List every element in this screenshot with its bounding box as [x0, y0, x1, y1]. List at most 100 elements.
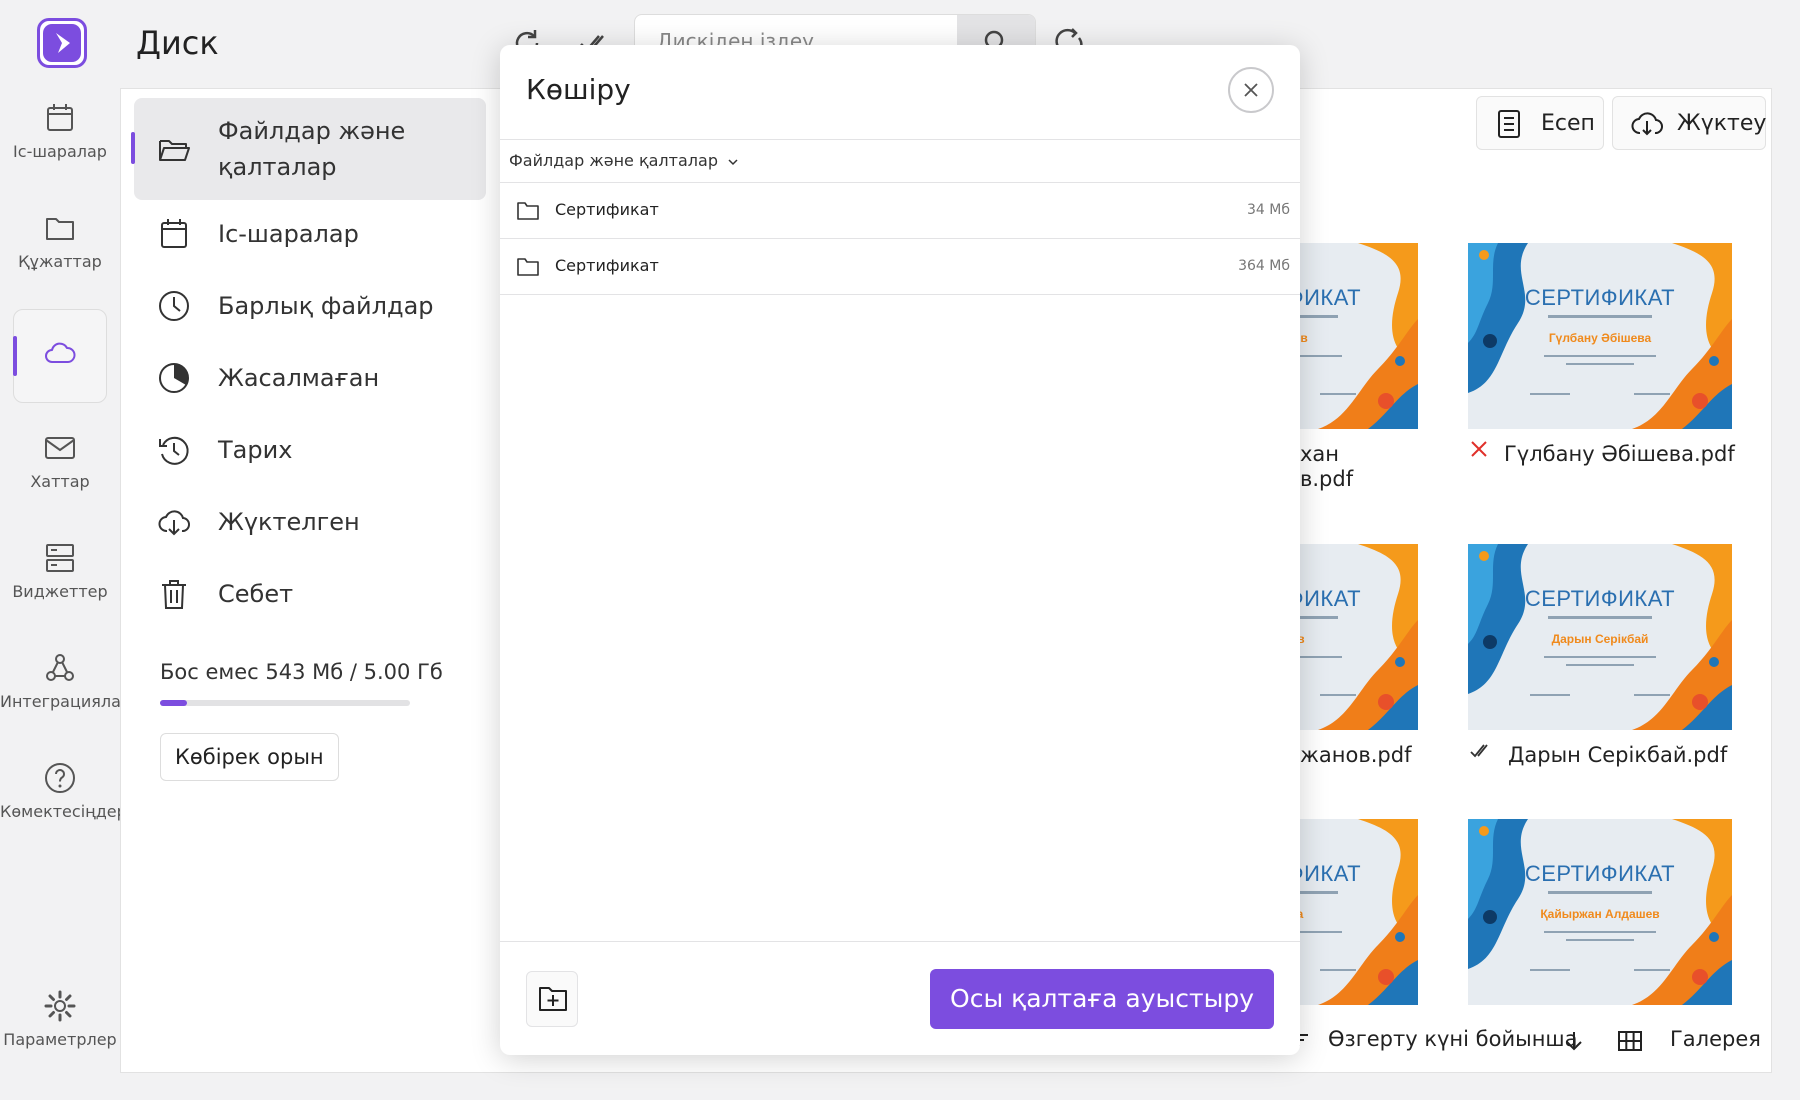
certificate-text-line	[1548, 891, 1652, 894]
rail-item-mail[interactable]: Хаттар	[0, 430, 120, 491]
certificate-preview: СЕРТИФИКАТ Қайыржан Алдашев	[1468, 819, 1732, 1005]
upload-label: Жүктеу	[1677, 111, 1767, 136]
certificate-heading: СЕРТИФИКАТ	[1524, 285, 1676, 310]
chevron-down-icon	[728, 158, 738, 165]
gallery-thumbnail[interactable]: СЕРТИФИКАТ Қайыржан Алдашев	[1468, 819, 1732, 1005]
certificate-text-line	[1566, 363, 1634, 365]
report-label: Есеп	[1541, 111, 1595, 136]
sidebar-item-all-files[interactable]: Барлық файлдар	[134, 271, 486, 341]
close-icon	[1244, 83, 1258, 97]
move-here-button[interactable]: Осы қалтаға ауыстыру	[930, 969, 1274, 1029]
certificate-text-line	[1548, 616, 1652, 619]
gallery-view-button[interactable]: Галерея	[1670, 1027, 1761, 1051]
certificate-text-line	[1566, 939, 1634, 941]
rail-item-label: Іс-шаралар	[13, 142, 107, 161]
storage-progress-fill	[160, 700, 187, 706]
sidebar-item-files-and-folders[interactable]: Файлдар және қалталар	[131, 98, 486, 200]
sidebar-item-history[interactable]: Тарих	[134, 415, 486, 485]
cloud-icon	[45, 342, 76, 363]
gear-icon	[44, 990, 76, 1022]
rail-item-disk[interactable]	[13, 309, 107, 403]
certificate-signature-line	[1634, 393, 1670, 395]
file-name[interactable]: Дарын Серікбай.pdf	[1508, 743, 1727, 767]
sidebar-item-events[interactable]: Іс-шаралар	[134, 199, 486, 269]
certificate-recipient: Дарын Серікбай	[1551, 632, 1649, 646]
sidebar-item-trash[interactable]: Себет	[134, 559, 486, 629]
certificate-signature-line	[1530, 969, 1570, 971]
more-space-button[interactable]: Көбірек орын	[160, 733, 339, 781]
certificate-text-line	[1544, 355, 1656, 357]
history-icon	[159, 436, 189, 465]
rail-item-integrations[interactable]: Интеграциялар	[0, 650, 132, 711]
page-title: Диск	[136, 24, 219, 62]
sort-by-date-button[interactable]: Өзгерту күні бойынша	[1328, 1027, 1578, 1051]
folder-name: Сертификат	[555, 256, 659, 275]
certificate-text-line	[1544, 656, 1656, 658]
certificate-signature-line	[1634, 969, 1670, 971]
file-name[interactable]: жанов.pdf	[1300, 743, 1411, 767]
folder-row[interactable]: Сертификат 364 Мб	[500, 239, 1300, 295]
certificate-signature-line	[1320, 393, 1356, 395]
certificate-text-line	[1544, 931, 1656, 933]
certificate-signature-line	[1320, 969, 1356, 971]
gallery-thumbnail[interactable]: СЕРТИФИКАТ Гүлбану Әбішева	[1468, 243, 1732, 429]
sidebar-item-not-created[interactable]: Жасалмаған	[134, 343, 486, 413]
sidebar-item-label: Себет	[218, 580, 294, 608]
file-name[interactable]: в.pdf	[1300, 467, 1353, 491]
app-logo[interactable]	[37, 18, 87, 68]
upload-button[interactable]: Жүктеу	[1612, 96, 1766, 150]
certificate-heading: СЕРТИФИКАТ	[1524, 586, 1676, 611]
report-button[interactable]: Есеп	[1476, 96, 1604, 150]
grid-icon	[1618, 1031, 1642, 1051]
file-name[interactable]: Гүлбану Әбішева.pdf	[1504, 442, 1735, 466]
new-folder-button[interactable]	[526, 971, 578, 1027]
breadcrumb-item: Файлдар және қалталар	[509, 151, 718, 170]
clock-icon	[159, 291, 189, 321]
help-icon	[45, 763, 75, 793]
file-name[interactable]: хан	[1300, 442, 1339, 466]
cloud-download-icon	[158, 510, 190, 536]
rail-item-documents[interactable]: Құжаттар	[0, 210, 120, 271]
folder-icon	[517, 258, 539, 276]
error-icon	[1471, 441, 1487, 457]
sidebar-item-label: Іс-шаралар	[218, 220, 359, 248]
divider	[500, 941, 1300, 942]
certificate-heading: СЕРТИФИКАТ	[1524, 861, 1676, 886]
rail-item-settings[interactable]: Параметрлер	[0, 988, 120, 1049]
folder-plus-icon	[539, 987, 567, 1011]
folder-icon	[46, 218, 74, 240]
rail-item-help[interactable]: Көмектесіңдер	[0, 760, 127, 821]
certificate-recipient: Қайыржан Алдашев	[1540, 907, 1660, 921]
certificate-signature-line	[1530, 694, 1570, 696]
sidebar-item-label: Жүктелген	[218, 508, 360, 536]
calendar-icon	[47, 104, 73, 131]
pie-icon	[159, 363, 189, 393]
certificate-preview: СЕРТИФИКАТ Гүлбану Әбішева	[1468, 243, 1732, 429]
rail-item-widgets[interactable]: Виджеттер	[0, 540, 120, 601]
sidebar-item-label: Тарих	[218, 436, 293, 464]
rail-item-label: Интеграциялар	[0, 692, 132, 711]
calendar-icon	[161, 219, 187, 248]
certificate-signature-line	[1320, 694, 1356, 696]
rail-item-label: Параметрлер	[3, 1030, 117, 1049]
divider	[500, 139, 1300, 140]
sidebar-item-uploaded[interactable]: Жүктелген	[134, 487, 486, 557]
rail-item-events[interactable]: Іс-шаралар	[0, 100, 120, 161]
folder-size: 34 Мб	[1247, 202, 1290, 218]
arrow-down-icon[interactable]	[1562, 1029, 1586, 1053]
sidebar-item-label: Файлдар және қалталар	[218, 117, 406, 181]
folder-name: Сертификат	[555, 200, 659, 219]
close-button[interactable]	[1228, 67, 1274, 113]
storage-progress-bar	[160, 700, 410, 706]
mail-icon	[45, 437, 75, 459]
rail-item-label: Құжаттар	[18, 252, 102, 271]
rail-item-label: Көмектесіңдер	[0, 802, 127, 821]
rail-item-label: Хаттар	[30, 472, 90, 491]
copy-dialog: Көшіру Файлдар және қалталар Сертификат …	[500, 45, 1300, 1055]
logo-icon	[43, 24, 81, 62]
report-icon	[1498, 110, 1520, 138]
gallery-thumbnail[interactable]: СЕРТИФИКАТ Дарын Серікбай	[1468, 544, 1732, 730]
breadcrumb[interactable]: Файлдар және қалталар	[509, 151, 739, 170]
certificate-text-line	[1566, 664, 1634, 666]
folder-row[interactable]: Сертификат 34 Мб	[500, 183, 1300, 239]
